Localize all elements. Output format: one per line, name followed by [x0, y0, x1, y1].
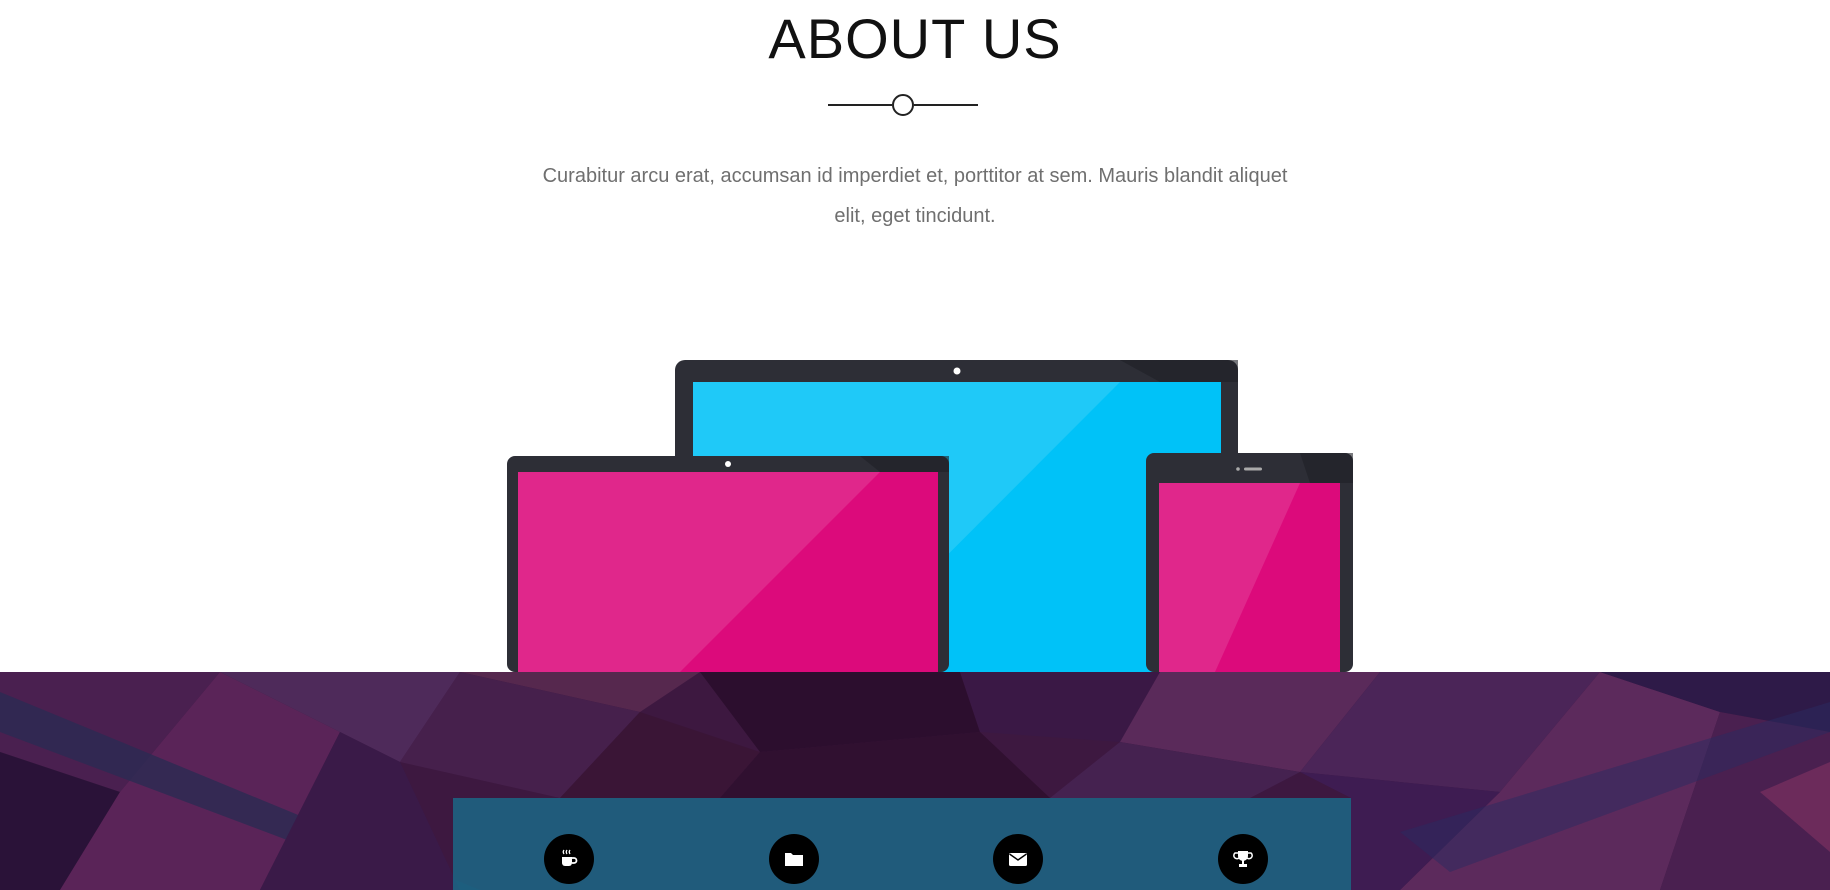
coffee-button[interactable] [544, 834, 594, 884]
envelope-icon [1009, 853, 1027, 866]
folder-button[interactable] [769, 834, 819, 884]
trophy-icon [1233, 851, 1253, 867]
folder-icon [785, 853, 803, 866]
tablet-image [1146, 453, 1353, 672]
features-panel [453, 798, 1351, 890]
trophy-button[interactable] [1218, 834, 1268, 884]
envelope-button[interactable] [993, 834, 1043, 884]
features-section [0, 672, 1830, 890]
devices-illustration [507, 360, 1353, 672]
about-section: ABOUT US Curabitur arcu erat, accumsan i… [0, 0, 1830, 672]
coffee-icon [562, 849, 578, 866]
laptop-image [507, 456, 949, 672]
